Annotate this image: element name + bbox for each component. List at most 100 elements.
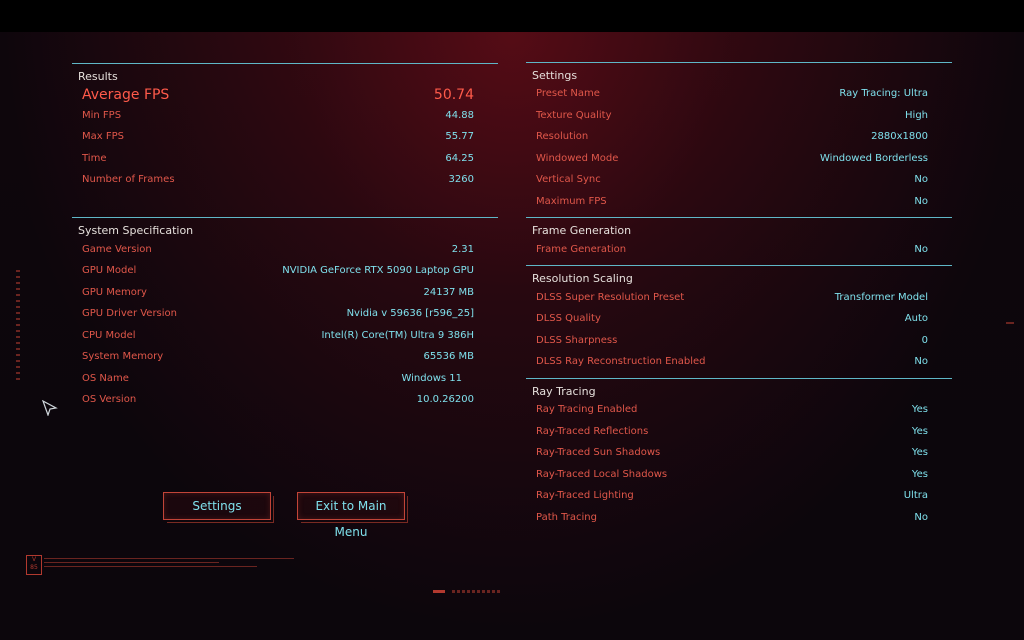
exit-to-main-menu-button[interactable]: Exit to Main Menu xyxy=(297,492,408,539)
rt-sun-shadows-label: Ray-Traced Sun Shadows xyxy=(536,447,661,458)
results-panel: Results Average FPS 50.74 Min FPS 44.88 … xyxy=(72,63,498,203)
rt-sun-shadows-value: Yes xyxy=(911,447,928,458)
rt-local-shadows-label: Ray-Traced Local Shadows xyxy=(536,469,668,480)
frames-label: Number of Frames xyxy=(82,174,175,185)
scaling-row: DLSS Ray Reconstruction Enabled No xyxy=(536,356,928,370)
settings-button[interactable]: Settings xyxy=(163,492,274,523)
cpu-model-label: CPU Model xyxy=(82,330,136,341)
ray-tracing-panel: Ray Tracing Ray Tracing Enabled Yes Ray-… xyxy=(526,378,952,528)
vertical-sync-label: Vertical Sync xyxy=(536,174,601,185)
fine-print-decoration xyxy=(44,558,294,570)
pointer-cursor-icon xyxy=(41,399,58,420)
rt-lighting-label: Ray-Traced Lighting xyxy=(536,490,634,501)
windowed-mode-label: Windowed Mode xyxy=(536,153,619,164)
system-memory-label: System Memory xyxy=(82,351,164,362)
frame-generation-header: Frame Generation xyxy=(526,217,952,240)
texture-quality-value: High xyxy=(905,110,928,121)
system-memory-value: 65536 MB xyxy=(423,351,474,362)
resolution-scaling-header: Resolution Scaling xyxy=(526,265,952,288)
results-row: Time 64.25 xyxy=(82,153,474,167)
side-glyph-strip xyxy=(16,270,20,380)
system-spec-panel: System Specification Game Version 2.31 G… xyxy=(72,217,498,417)
ray-tracing-enabled-label: Ray Tracing Enabled xyxy=(536,404,638,415)
dlss-preset-label: DLSS Super Resolution Preset xyxy=(536,292,685,303)
gpu-memory-value: 24137 MB xyxy=(423,287,474,298)
settings-row: Texture Quality High xyxy=(536,110,928,124)
average-fps-label: Average FPS xyxy=(82,87,170,103)
spec-row: Game Version 2.31 xyxy=(82,244,474,258)
game-version-label: Game Version xyxy=(82,244,152,255)
dlss-ray-reconstruction-label: DLSS Ray Reconstruction Enabled xyxy=(536,356,706,367)
time-label: Time xyxy=(82,153,107,164)
resolution-label: Resolution xyxy=(536,131,589,142)
vertical-sync-value: No xyxy=(914,174,928,185)
texture-quality-label: Texture Quality xyxy=(536,110,612,121)
spec-row: System Memory 65536 MB xyxy=(82,351,474,365)
spec-row: GPU Driver Version Nvidia v 59636 [r596_… xyxy=(82,308,474,322)
dlss-sharpness-value: 0 xyxy=(921,335,928,346)
cpu-model-value: Intel(R) Core(TM) Ultra 9 386H xyxy=(321,330,474,341)
version-badge-icon: V 85 xyxy=(26,555,42,575)
spec-row: GPU Memory 24137 MB xyxy=(82,287,474,301)
results-row: Number of Frames 3260 xyxy=(82,174,474,188)
resolution-value: 2880x1800 xyxy=(871,131,928,142)
ray-tracing-enabled-value: Yes xyxy=(911,404,928,415)
os-name-label: OS Name xyxy=(82,373,129,384)
windowed-mode-value: Windowed Borderless xyxy=(820,153,928,164)
results-row: Max FPS 55.77 xyxy=(82,131,474,145)
gpu-driver-value: Nvidia v 59636 [r596_25] xyxy=(346,308,474,319)
gpu-memory-label: GPU Memory xyxy=(82,287,147,298)
gpu-model-label: GPU Model xyxy=(82,265,137,276)
rt-reflections-value: Yes xyxy=(911,426,928,437)
ray-tracing-row: Ray-Traced Reflections Yes xyxy=(536,426,928,440)
settings-panel: Settings Preset Name Ray Tracing: Ultra … xyxy=(526,62,952,212)
min-fps-value: 44.88 xyxy=(445,110,474,121)
settings-row: Resolution 2880x1800 xyxy=(536,131,928,145)
bottom-arrow-decoration xyxy=(433,590,445,593)
scaling-row: DLSS Quality Auto xyxy=(536,313,928,327)
preset-name-value: Ray Tracing: Ultra xyxy=(839,88,928,99)
dlss-quality-label: DLSS Quality xyxy=(536,313,601,324)
settings-row: Vertical Sync No xyxy=(536,174,928,188)
dlss-quality-value: Auto xyxy=(904,313,928,324)
preset-name-label: Preset Name xyxy=(536,88,600,99)
results-row: Min FPS 44.88 xyxy=(82,110,474,124)
results-header: Results xyxy=(72,63,498,86)
max-fps-label: Max FPS xyxy=(82,131,124,142)
rt-local-shadows-value: Yes xyxy=(911,469,928,480)
time-value: 64.25 xyxy=(445,153,474,164)
ray-tracing-header: Ray Tracing xyxy=(526,378,952,401)
average-fps-value: 50.74 xyxy=(433,87,474,103)
frames-value: 3260 xyxy=(448,174,474,185)
gpu-model-value: NVIDIA GeForce RTX 5090 Laptop GPU xyxy=(282,265,474,276)
spec-row: OS Name Windows 11 xyxy=(82,373,462,387)
os-version-label: OS Version xyxy=(82,394,137,405)
ray-tracing-row: Path Tracing No xyxy=(536,512,928,526)
maximum-fps-label: Maximum FPS xyxy=(536,196,607,207)
bottom-fine-print-decoration xyxy=(452,590,502,593)
scaling-row: DLSS Sharpness 0 xyxy=(536,335,928,349)
resolution-scaling-panel: Resolution Scaling DLSS Super Resolution… xyxy=(526,265,952,375)
os-version-value: 10.0.26200 xyxy=(416,394,474,405)
settings-header: Settings xyxy=(526,62,952,85)
ray-tracing-row: Ray-Traced Sun Shadows Yes xyxy=(536,447,928,461)
path-tracing-value: No xyxy=(914,512,928,523)
rt-lighting-value: Ultra xyxy=(903,490,928,501)
average-fps-row: Average FPS 50.74 xyxy=(82,87,474,105)
frame-generation-panel: Frame Generation Frame Generation No xyxy=(526,217,952,261)
max-fps-value: 55.77 xyxy=(445,131,474,142)
spec-row: GPU Model NVIDIA GeForce RTX 5090 Laptop… xyxy=(82,265,474,279)
spec-row: OS Version 10.0.26200 xyxy=(82,394,474,408)
gpu-driver-label: GPU Driver Version xyxy=(82,308,177,319)
scaling-row: DLSS Super Resolution Preset Transformer… xyxy=(536,292,928,306)
settings-row: Windowed Mode Windowed Borderless xyxy=(536,153,928,167)
ray-tracing-row: Ray-Traced Lighting Ultra xyxy=(536,490,928,504)
dlss-preset-value: Transformer Model xyxy=(834,292,928,303)
rt-reflections-label: Ray-Traced Reflections xyxy=(536,426,649,437)
min-fps-label: Min FPS xyxy=(82,110,122,121)
right-edge-dash-decoration xyxy=(1006,322,1014,324)
frame-generation-value: No xyxy=(914,244,928,255)
dlss-ray-reconstruction-value: No xyxy=(914,356,928,367)
path-tracing-label: Path Tracing xyxy=(536,512,597,523)
maximum-fps-value: No xyxy=(914,196,928,207)
